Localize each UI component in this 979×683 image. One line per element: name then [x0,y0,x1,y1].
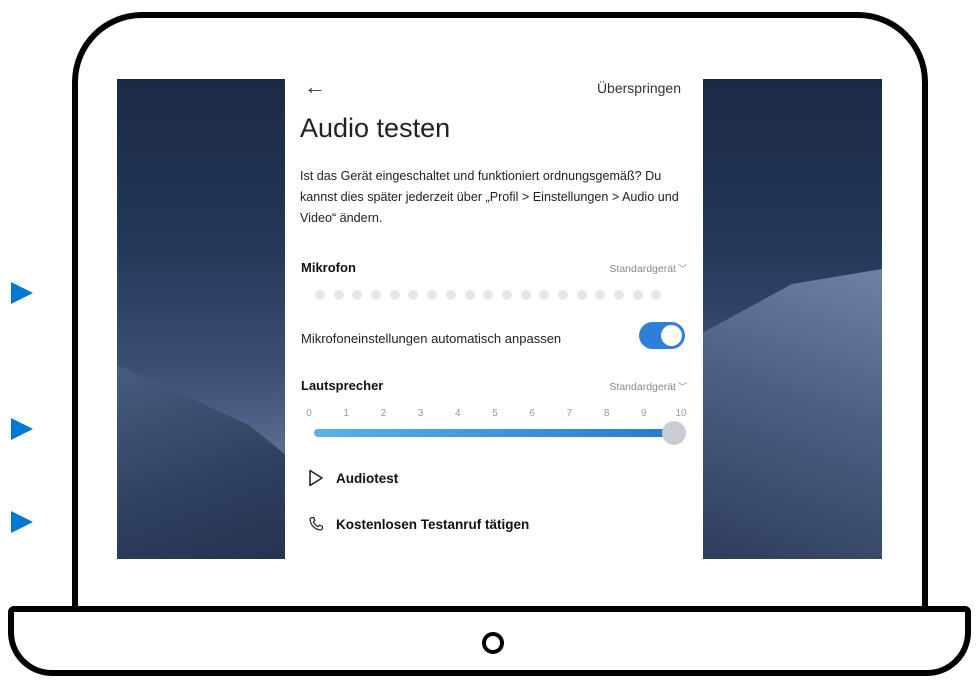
volume-tick-label: 6 [529,408,535,419]
speaker-device-value: Standardgerät [609,381,676,393]
screen: ← Überspringen Audio testen Ist das Gerä… [117,79,882,559]
volume-tick-label: 0 [306,408,312,419]
mic-level-dot [539,290,550,300]
chevron-down-icon: ﹀ [677,264,687,274]
mic-level-dot [389,290,400,300]
mic-level-dot [501,290,512,300]
pointer-arrow-icon [11,511,33,533]
volume-tick-label: 1 [343,408,349,419]
wallpaper-dune [682,269,882,559]
microphone-device-value: Standardgerät [609,263,676,275]
microphone-device-select[interactable]: Standardgerät ﹀ [609,262,687,275]
pointer-arrow-icon [11,418,33,440]
speaker-label: Lautsprecher [301,378,384,393]
volume-tick-label: 4 [455,408,461,419]
mic-level-dot [520,290,531,300]
mic-level-dot [483,290,494,300]
mic-level-dot [576,290,587,300]
volume-tick-label: 5 [492,408,498,419]
back-arrow-icon[interactable]: ← [304,79,326,98]
skip-link[interactable]: Überspringen [597,80,681,96]
volume-tick-label: 3 [417,408,424,419]
volume-slider-track[interactable] [314,429,675,437]
mic-level-dot [614,290,624,300]
page-description: Ist das Gerät eingeschaltet und funktion… [300,169,679,225]
mic-level-dot [352,290,363,300]
mic-level-dot [445,290,456,300]
audio-setup-panel: ← Überspringen Audio testen Ist das Gerä… [285,79,703,559]
play-icon [307,469,325,487]
volume-tick-label: 10 [675,408,687,419]
chevron-down-icon: ﹀ [677,382,687,392]
volume-tick-label: 2 [380,408,387,419]
microphone-label: Mikrofon [301,260,356,275]
mic-level-dot [408,290,419,300]
mic-level-dot [595,290,606,300]
mic-level-dot [315,290,325,300]
mic-level-dot [464,290,475,300]
auto-adjust-label: Mikrofoneinstellungen automatisch anpass… [301,331,562,346]
speaker-device-select[interactable]: Standardgerät ﹀ [609,380,687,393]
volume-tick-label: 8 [603,408,610,419]
audiotest-label: Audiotest [336,470,399,486]
mic-level-dot [427,290,438,300]
mic-level-dot [371,290,382,300]
mic-level-dot [557,290,568,300]
toggle-knob [661,325,682,346]
mic-level-dot [632,290,643,300]
auto-adjust-toggle[interactable] [639,322,685,349]
volume-scale: 0 1 2 3 4 5 6 7 8 9 10 [306,408,686,422]
volume-tick-label: 7 [566,408,573,419]
volume-tick-label: 9 [641,408,647,419]
volume-slider-handle[interactable] [662,421,686,445]
phone-icon [307,515,325,533]
trackpad-icon [482,632,504,654]
microphone-level-meter [315,290,662,300]
page-title: Audio testen [300,113,451,143]
audiotest-button[interactable]: Audiotest [307,469,398,487]
mic-level-dot [651,290,662,300]
mic-level-dot [333,290,344,300]
test-call-label: Kostenlosen Testanruf tätigen [336,516,530,532]
test-call-button[interactable]: Kostenlosen Testanruf tätigen [307,515,529,533]
pointer-arrow-icon [11,282,33,304]
